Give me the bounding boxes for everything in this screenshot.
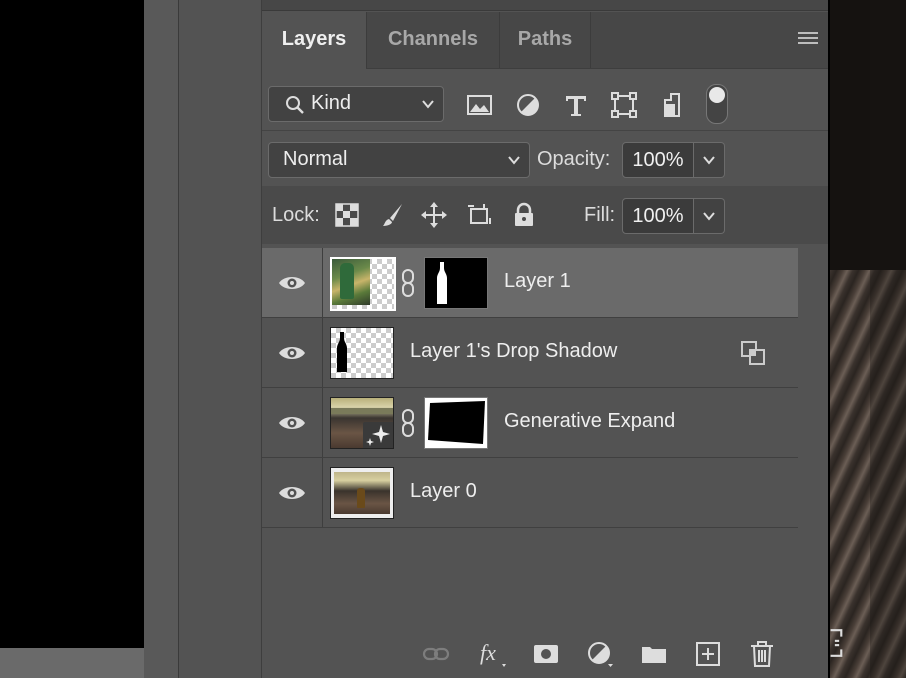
image-filter-icon[interactable] bbox=[465, 90, 495, 120]
bottle-shadow-shape bbox=[337, 332, 347, 372]
lock-image-pixels-icon[interactable] bbox=[380, 202, 406, 228]
eye-icon bbox=[279, 277, 305, 289]
lock-transparent-pixels-icon[interactable] bbox=[334, 202, 360, 228]
opacity-field[interactable]: 100% bbox=[622, 142, 694, 178]
visibility-toggle[interactable] bbox=[262, 248, 323, 317]
lock-all-icon[interactable] bbox=[511, 202, 537, 228]
lock-label: Lock: bbox=[272, 204, 320, 226]
fill-field[interactable]: 100% bbox=[622, 198, 694, 234]
layer-row[interactable]: Layer 1's Drop Shadow bbox=[262, 318, 798, 388]
search-icon bbox=[286, 96, 304, 114]
layer-thumbnail[interactable] bbox=[330, 257, 396, 311]
layer-name[interactable]: Layer 1's Drop Shadow bbox=[410, 340, 617, 363]
adjustment-filter-icon[interactable] bbox=[513, 90, 543, 120]
fill-dropdown-button[interactable] bbox=[694, 198, 725, 234]
new-layer-icon[interactable] bbox=[694, 640, 722, 668]
layers-panel: Layers Channels Paths Kind Normal Opacit… bbox=[262, 0, 828, 678]
layers-bottom-toolbar: fx bbox=[262, 632, 828, 678]
canvas-wood-strip bbox=[870, 0, 906, 678]
panel-dock-strip bbox=[144, 0, 179, 678]
lock-position-icon[interactable] bbox=[421, 202, 447, 228]
eye-icon bbox=[279, 347, 305, 359]
document-canvas-right bbox=[830, 0, 906, 678]
expand-mask-shape bbox=[428, 401, 485, 444]
tab-paths[interactable]: Paths bbox=[500, 12, 590, 68]
link-chain-icon[interactable] bbox=[400, 268, 416, 298]
opacity-dropdown-button[interactable] bbox=[694, 142, 725, 178]
filter-kind-select[interactable]: Kind bbox=[268, 86, 444, 122]
layer-thumbnail[interactable] bbox=[330, 467, 394, 519]
svg-text:fx: fx bbox=[480, 640, 496, 665]
layer-name[interactable]: Generative Expand bbox=[504, 410, 675, 433]
lock-artboard-icon[interactable] bbox=[466, 202, 492, 228]
eye-icon bbox=[279, 417, 305, 429]
link-chain-icon[interactable] bbox=[400, 408, 416, 438]
layer-name[interactable]: Layer 1 bbox=[504, 270, 571, 293]
new-group-icon[interactable] bbox=[640, 640, 668, 668]
bottle-mask-shape bbox=[437, 262, 447, 304]
panel-title-bar[interactable] bbox=[262, 0, 828, 11]
blend-mode-select[interactable]: Normal bbox=[268, 142, 530, 178]
lock-row: Lock: Fill: 100% bbox=[262, 186, 828, 244]
shape-filter-icon[interactable] bbox=[609, 90, 639, 120]
document-canvas-left bbox=[0, 0, 144, 678]
delete-icon[interactable] bbox=[748, 640, 776, 668]
sparkle-icon bbox=[366, 425, 390, 446]
layer-mask-thumbnail[interactable] bbox=[424, 397, 488, 449]
panel-dock-column bbox=[179, 0, 263, 678]
blend-row: Normal Opacity: 100% bbox=[262, 130, 828, 187]
linked-layer-icon bbox=[741, 341, 765, 365]
layer-row[interactable]: Generative Expand bbox=[262, 388, 798, 458]
eye-icon bbox=[279, 487, 305, 499]
filter-toggle-icon[interactable] bbox=[706, 84, 728, 124]
panel-tabs: Layers Channels Paths bbox=[262, 12, 828, 69]
visibility-toggle[interactable] bbox=[262, 318, 323, 387]
chevron-down-icon bbox=[422, 100, 434, 109]
layer-row[interactable]: Layer 0 bbox=[262, 458, 798, 528]
layer-thumbnail[interactable] bbox=[330, 397, 394, 449]
tab-divider bbox=[590, 12, 591, 68]
filter-kind-label: Kind bbox=[311, 92, 352, 114]
layer-thumbnail[interactable] bbox=[330, 327, 394, 379]
visibility-toggle[interactable] bbox=[262, 458, 323, 527]
chevron-down-icon bbox=[703, 212, 715, 221]
filter-row: Kind bbox=[262, 68, 828, 131]
adjustment-layer-icon[interactable] bbox=[586, 640, 614, 668]
add-mask-icon[interactable] bbox=[532, 640, 560, 668]
blend-mode-label: Normal bbox=[283, 148, 348, 170]
tab-layers[interactable]: Layers bbox=[262, 12, 366, 69]
visibility-toggle[interactable] bbox=[262, 388, 323, 457]
panel-menu-icon[interactable] bbox=[798, 32, 818, 46]
link-layers-icon[interactable] bbox=[422, 640, 450, 668]
chevron-down-icon bbox=[508, 156, 520, 165]
layer-name[interactable]: Layer 0 bbox=[410, 480, 477, 503]
canvas-resize-handle-icon[interactable] bbox=[828, 628, 846, 658]
opacity-label: Opacity: bbox=[537, 148, 611, 170]
type-filter-icon[interactable] bbox=[561, 90, 591, 120]
layer-mask-thumbnail[interactable] bbox=[424, 257, 488, 309]
chevron-down-icon bbox=[703, 156, 715, 165]
smart-object-filter-icon[interactable] bbox=[657, 90, 687, 120]
layer-row[interactable]: Layer 1 bbox=[262, 248, 798, 318]
tab-channels[interactable]: Channels bbox=[367, 12, 499, 68]
fx-icon[interactable]: fx bbox=[478, 640, 506, 668]
fill-label: Fill: bbox=[584, 204, 616, 226]
